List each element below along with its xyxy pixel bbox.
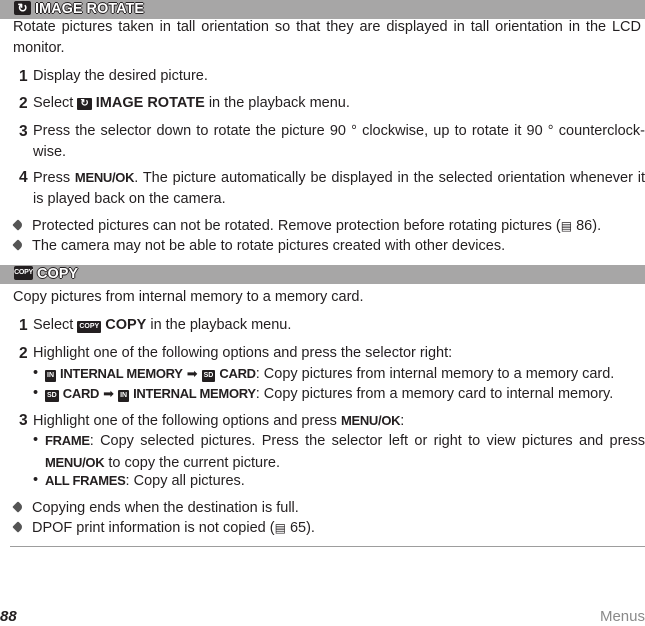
step-text-pre: Select [33, 95, 74, 111]
page-reference: 86 [576, 218, 593, 234]
menu-ok-button-label: MENU/OK [74, 170, 135, 185]
step-text-pre: Press [33, 170, 71, 186]
rotate-icon: ↻ [77, 98, 92, 110]
rotate-step-3: 3 Press the selector down to rotate the … [19, 121, 645, 160]
copy-note-1: Copying ends when the destination is ful… [13, 498, 643, 519]
manual-page: ↻ IMAGE ROTATE Rotate pictures taken in t… [0, 0, 645, 626]
page-reference: 65 [289, 520, 307, 536]
internal-memory-icon: IN [118, 390, 130, 402]
bullet: • [33, 365, 39, 381]
sd-card-icon: SD [201, 370, 216, 382]
step-number: 3 [19, 123, 28, 140]
option-description: : Copy pictures from internal memory to … [255, 366, 615, 382]
step-text: Display the desired picture. [33, 68, 208, 84]
menu-item-name: IMAGE ROTATE [95, 95, 205, 111]
step-text-post: in the playback menu. [208, 95, 350, 111]
copy-icon: COPY [77, 321, 102, 333]
heading-text: COPY [37, 266, 79, 282]
option-description: : Copy all pictures. [125, 473, 245, 489]
bullet: • [33, 432, 39, 448]
rotate-step-2: 2 Select ↻ IMAGE ROTATE in the playback … [19, 93, 643, 115]
copy-option-frame: • FRAME: Copy selected pictures. Press t… [33, 432, 645, 471]
option-label: ALL FRAMES [45, 473, 126, 488]
copy-intro: Copy pictures from internal memory to a … [13, 289, 364, 305]
copy-icon: COPY [14, 265, 33, 280]
copy-option-card-to-internal: • SD CARD ➡ IN INTERNAL MEMORY: Copy pic… [33, 383, 645, 404]
note-icon [13, 220, 27, 230]
menu-ok-button-label: MENU/OK [340, 413, 401, 428]
rotate-note-1: Protected pictures can not be rotated. R… [13, 216, 643, 237]
sd-card-icon: SD [45, 390, 59, 402]
arrow-right-icon: ➡ [186, 366, 198, 381]
menu-ok-button-label: MENU/OK [45, 455, 105, 470]
bullet: • [33, 472, 39, 488]
option-source: INTERNAL MEMORY [60, 366, 183, 381]
rotate-icon: ↻ [14, 0, 31, 15]
step-number: 1 [19, 317, 28, 334]
note-icon [13, 502, 27, 512]
copy-step-2: 2 Highlight one of the following options… [19, 343, 643, 365]
copy-step-3: 3 Highlight one of the following options… [19, 412, 405, 429]
copy-option-all-frames: • ALL FRAMES: Copy all pictures. [33, 470, 645, 491]
section-heading-copy: COPY COPY [0, 265, 645, 284]
option-destination: INTERNAL MEMORY [133, 386, 256, 401]
footer-divider [10, 546, 645, 547]
note-icon [13, 240, 27, 250]
arrow-right-icon: ➡ [103, 386, 115, 401]
page-number: 88 [0, 608, 17, 625]
step-text-pre: Highlight one of the following options a… [33, 413, 337, 429]
rotate-note-2: The camera may not be able to rotate pic… [13, 236, 643, 257]
step-text-pre: Select [33, 317, 74, 333]
bullet: • [33, 385, 39, 401]
copy-option-internal-to-card: • IN INTERNAL MEMORY ➡ SD CARD: Copy pic… [33, 363, 645, 384]
step-number: 4 [19, 169, 28, 186]
option-description: : Copy selected pictures. Press the sele… [89, 433, 645, 449]
step-text: Highlight one of the following options a… [33, 345, 453, 361]
option-destination: CARD [219, 366, 256, 381]
step-number: 1 [19, 68, 28, 85]
rotate-step-4: 4 Press MENU/OK. The picture automatical… [19, 167, 645, 207]
book-icon: ▤ [274, 521, 286, 535]
heading-text: IMAGE ROTATE [35, 1, 145, 17]
section-name: Menus [599, 608, 645, 625]
rotate-intro: Rotate pictures taken in tall orientatio… [13, 19, 641, 56]
option-source: CARD [62, 386, 100, 401]
option-description: : Copy pictures from a memory card to in… [255, 386, 614, 402]
step-text-post: in the playback menu. [150, 317, 292, 333]
copy-step-1: 1 Select COPY COPY in the playback menu. [19, 315, 643, 337]
menu-item-name: COPY [105, 317, 147, 333]
step-text: Press the selector down to rotate the pi… [33, 123, 645, 160]
option-label: FRAME [45, 433, 90, 448]
note-icon [13, 522, 27, 532]
step-number: 2 [19, 345, 28, 362]
step-number: 3 [19, 412, 28, 429]
book-icon: ▤ [560, 219, 573, 233]
step-number: 2 [19, 95, 28, 112]
copy-note-2: DPOF print information is not copied (▤ … [13, 518, 643, 539]
internal-memory-icon: IN [45, 370, 56, 382]
rotate-step-1: 1 Display the desired picture. [19, 66, 643, 88]
